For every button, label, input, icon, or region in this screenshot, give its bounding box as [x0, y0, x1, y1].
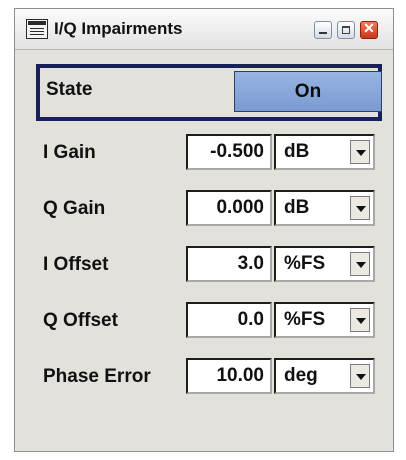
close-icon[interactable]: ✕: [360, 20, 378, 39]
dialog-app-icon: [26, 19, 48, 39]
i-gain-row: I Gain -0.500 dB: [15, 134, 393, 174]
minimize-icon[interactable]: [314, 21, 332, 39]
chevron-down-icon[interactable]: [350, 252, 370, 276]
q-gain-label: Q Gain: [43, 198, 106, 219]
maximize-icon[interactable]: [337, 21, 355, 39]
q-gain-unit-select[interactable]: dB: [274, 190, 375, 226]
q-offset-unit-select[interactable]: %FS: [274, 302, 375, 338]
i-offset-input[interactable]: 3.0: [186, 246, 272, 282]
q-offset-label: Q Offset: [43, 310, 118, 331]
window-title: I/Q Impairments: [54, 19, 183, 38]
q-gain-input[interactable]: 0.000: [186, 190, 272, 226]
state-label: State: [46, 79, 93, 100]
i-gain-label: I Gain: [43, 142, 96, 163]
i-gain-input[interactable]: -0.500: [186, 134, 272, 170]
phase-error-row: Phase Error 10.00 deg: [15, 358, 393, 398]
q-offset-row: Q Offset 0.0 %FS: [15, 302, 393, 342]
i-offset-unit-select[interactable]: %FS: [274, 246, 375, 282]
state-row: State On: [36, 64, 382, 121]
phase-error-label: Phase Error: [43, 366, 151, 387]
chevron-down-icon[interactable]: [350, 196, 370, 220]
phase-error-input[interactable]: 10.00: [186, 358, 272, 394]
i-offset-unit-value: %FS: [284, 253, 326, 274]
q-gain-unit-value: dB: [284, 197, 310, 218]
state-toggle-button[interactable]: On: [234, 71, 382, 112]
q-offset-unit-value: %FS: [284, 309, 326, 330]
i-offset-label: I Offset: [43, 254, 109, 275]
phase-error-unit-select[interactable]: deg: [274, 358, 375, 394]
q-offset-input[interactable]: 0.0: [186, 302, 272, 338]
i-gain-unit-select[interactable]: dB: [274, 134, 375, 170]
chevron-down-icon[interactable]: [350, 364, 370, 388]
chevron-down-icon[interactable]: [350, 140, 370, 164]
title-bar[interactable]: I/Q Impairments ✕: [15, 9, 393, 50]
i-offset-row: I Offset 3.0 %FS: [15, 246, 393, 286]
i-gain-unit-value: dB: [284, 141, 310, 162]
iq-impairments-window: I/Q Impairments ✕ State On I Gain -0.500…: [14, 8, 394, 452]
dialog-content: State On I Gain -0.500 dB Q Gain 0.000 d…: [15, 50, 393, 451]
q-gain-row: Q Gain 0.000 dB: [15, 190, 393, 230]
phase-error-unit-value: deg: [284, 365, 318, 386]
chevron-down-icon[interactable]: [350, 308, 370, 332]
